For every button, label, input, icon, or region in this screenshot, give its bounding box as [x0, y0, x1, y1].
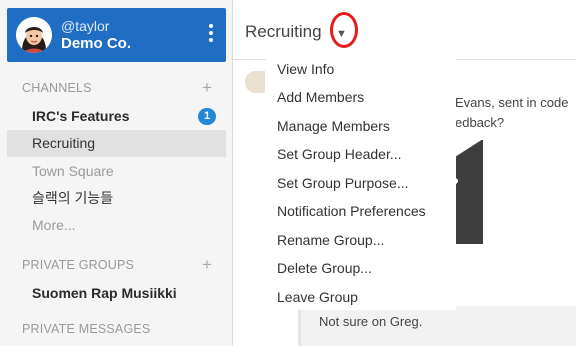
post-text-line1: Evans, sent in code: [455, 95, 569, 110]
add-channel-plus-icon[interactable]: +: [202, 79, 212, 96]
channel-header: Recruiting ▼: [233, 0, 576, 60]
sidebar-item-label: Suomen Rap Musiikki: [32, 285, 177, 301]
menu-item-add-members[interactable]: Add Members: [277, 88, 364, 106]
team-name: Demo Co.: [61, 35, 132, 52]
sidebar-item-recruiting[interactable]: Recruiting: [7, 130, 226, 157]
sidebar-item-label: More...: [32, 217, 76, 233]
team-header[interactable]: @taylor Demo Co.: [7, 8, 226, 62]
sidebar-item-label: 슬랙의 기능들: [32, 190, 114, 206]
avatar-illustration-icon: [16, 17, 52, 53]
sidebar: @taylor Demo Co. CHANNELS + IRC's Featur…: [0, 0, 233, 346]
add-private-group-plus-icon[interactable]: +: [202, 256, 212, 273]
sidebar-item-label: Town Square: [32, 163, 114, 179]
post-image-thumbnail[interactable]: [452, 139, 483, 244]
menu-item-set-group-purpose[interactable]: Set Group Purpose...: [277, 174, 409, 192]
private-groups-section-label: PRIVATE GROUPS: [22, 258, 135, 272]
channel-title[interactable]: Recruiting: [245, 22, 322, 42]
unread-badge: 1: [198, 108, 216, 125]
menu-item-rename-group[interactable]: Rename Group...: [277, 231, 384, 249]
menu-item-notification-preferences[interactable]: Notification Preferences: [277, 202, 426, 220]
team-menu-kebab-icon[interactable]: [208, 24, 214, 46]
sidebar-item-label: Recruiting: [32, 135, 96, 151]
channels-section-label: CHANNELS: [22, 81, 92, 95]
post-text-line2: edback?: [455, 115, 505, 130]
sidebar-item-korean-channel[interactable]: 슬랙의 기능들: [7, 185, 226, 212]
post-avatar[interactable]: [245, 71, 265, 93]
channel-dropdown-menu: View Info Add Members Manage Members Set…: [266, 54, 456, 310]
sidebar-item-label: IRC's Features: [32, 108, 130, 124]
menu-item-view-info[interactable]: View Info: [277, 60, 334, 78]
reply-post: Not sure on Greg.: [298, 306, 576, 346]
username: @taylor: [61, 18, 110, 34]
sidebar-item-suomen-rap-musiikki[interactable]: Suomen Rap Musiikki: [7, 280, 226, 307]
highlight-circle-annotation: [330, 12, 358, 48]
menu-item-manage-members[interactable]: Manage Members: [277, 117, 390, 135]
private-messages-section-label: PRIVATE MESSAGES: [22, 322, 151, 336]
sidebar-item-more-channels[interactable]: More...: [7, 212, 226, 239]
sidebar-item-town-square[interactable]: Town Square: [7, 158, 226, 185]
sidebar-item-ircs-features[interactable]: IRC's Features 1: [7, 103, 226, 130]
reply-text: Not sure on Greg.: [319, 314, 423, 329]
user-avatar[interactable]: [16, 17, 52, 53]
menu-item-set-group-header[interactable]: Set Group Header...: [277, 145, 402, 163]
menu-item-leave-group[interactable]: Leave Group: [277, 288, 358, 306]
menu-item-delete-group[interactable]: Delete Group...: [277, 259, 372, 277]
